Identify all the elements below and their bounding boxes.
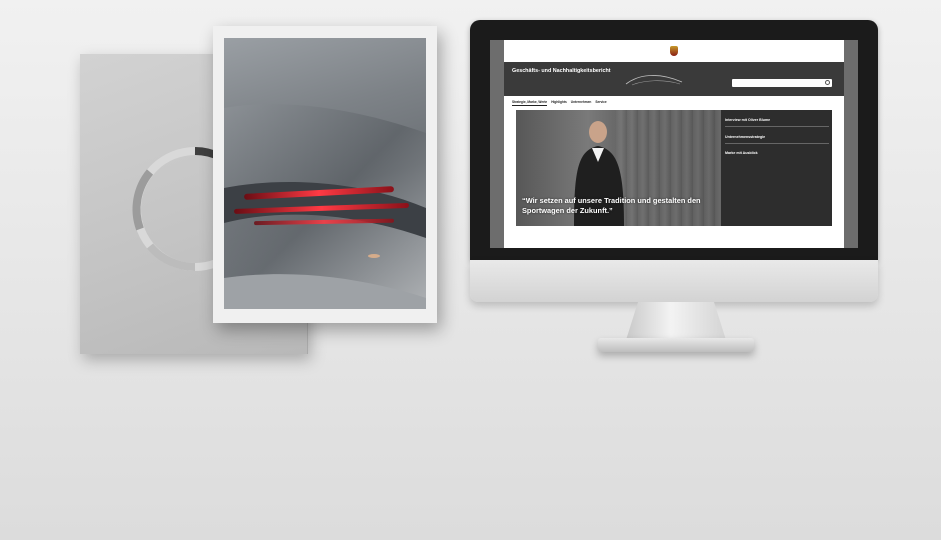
nav-item-highlights[interactable]: Highlights: [551, 100, 567, 106]
nav-item-service[interactable]: Service: [595, 100, 606, 106]
nav-item-company[interactable]: Unternehmen: [571, 100, 592, 106]
side-block[interactable]: Interview mit Oliver Blume: [725, 118, 829, 127]
side-heading: Unternehmensstrategie: [725, 134, 766, 139]
nav-item-strategy[interactable]: Strategie, Marke, Werte: [512, 100, 548, 106]
monitor-stand-neck: [626, 302, 726, 340]
side-heading: Interview mit Oliver Blume: [725, 118, 771, 122]
hero-quote: “Wir setzen auf unsere Tradition und ges…: [522, 196, 701, 215]
cover-photo-car-rear: [224, 38, 426, 309]
side-heading: Marke mit Ausblick: [725, 151, 758, 155]
site-nav: Strategie, Marke, Werte Highlights Unter…: [504, 96, 844, 108]
product-showcase: Geschäfts- und Nachhaltigkeitsbericht St…: [0, 0, 941, 540]
report-website: Geschäfts- und Nachhaltigkeitsbericht St…: [504, 40, 844, 248]
crest-logo-icon[interactable]: [670, 46, 678, 56]
search-icon[interactable]: [825, 80, 830, 85]
site-header: Geschäfts- und Nachhaltigkeitsbericht: [504, 62, 844, 96]
search-input[interactable]: [732, 79, 832, 87]
desktop-monitor: Geschäfts- und Nachhaltigkeitsbericht St…: [470, 20, 878, 302]
side-block[interactable]: Marke mit Ausblick: [725, 151, 829, 155]
monitor-bezel: Geschäfts- und Nachhaltigkeitsbericht St…: [470, 20, 878, 260]
brochure-front-cover: [213, 26, 437, 323]
ring-segment-light: [132, 169, 154, 231]
monitor-chin: [470, 260, 878, 302]
monitor-stand-base: [598, 338, 754, 352]
hero-banner[interactable]: “Wir setzen auf unsere Tradition und ges…: [516, 110, 832, 226]
side-block[interactable]: Unternehmensstrategie: [725, 134, 829, 143]
hero-side-panel: Interview mit Oliver Blume Unternehmenss…: [725, 118, 829, 163]
monitor-screen: Geschäfts- und Nachhaltigkeitsbericht St…: [490, 40, 858, 248]
car-silhouette-icon: [625, 75, 683, 86]
ring-segment-faint: [146, 243, 196, 272]
site-logo-bar: [504, 40, 844, 62]
